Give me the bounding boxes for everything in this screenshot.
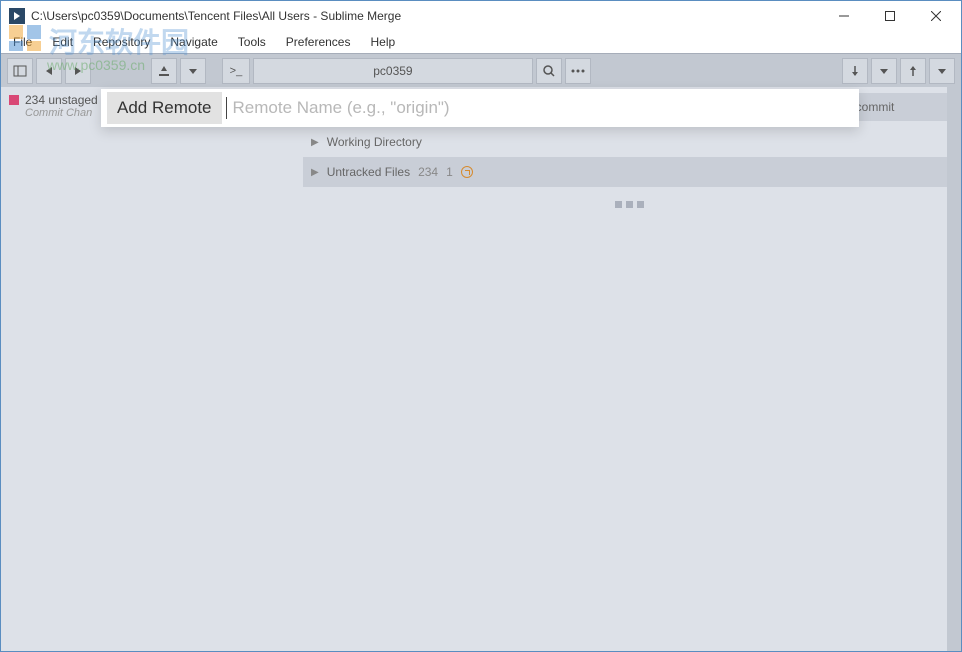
- working-directory-section[interactable]: ▶ Working Directory: [303, 127, 955, 157]
- text-cursor: [226, 97, 227, 119]
- palette-input[interactable]: [229, 98, 860, 118]
- untracked-files-label: Untracked Files: [327, 165, 410, 179]
- menu-help[interactable]: Help: [362, 33, 403, 51]
- push-button[interactable]: [900, 58, 926, 84]
- app-icon: [9, 8, 25, 24]
- unstaged-count: 234 unstaged: [25, 93, 98, 107]
- window-title: C:\Users\pc0359\Documents\Tencent Files\…: [31, 9, 821, 23]
- window-scrollbar[interactable]: [947, 87, 961, 651]
- search-button[interactable]: [536, 58, 562, 84]
- menu-file[interactable]: File: [5, 33, 40, 51]
- window-controls: [821, 1, 959, 31]
- chevron-right-icon: ▶: [311, 137, 319, 148]
- palette-command-badge: Add Remote: [107, 92, 222, 124]
- menubar: File Edit Repository Navigate Tools Pref…: [1, 31, 961, 53]
- menu-edit[interactable]: Edit: [44, 33, 81, 51]
- main-panel: Click here to set user details Nothing t…: [297, 87, 961, 651]
- chevron-right-icon: ▶: [311, 167, 319, 178]
- minimize-button[interactable]: [821, 1, 867, 31]
- push-dropdown[interactable]: [929, 58, 955, 84]
- clock-icon: [461, 166, 473, 178]
- locations-button[interactable]: [7, 58, 33, 84]
- maximize-button[interactable]: [867, 1, 913, 31]
- untracked-files-section[interactable]: ▶ Untracked Files 234 1: [303, 157, 955, 187]
- more-button[interactable]: [565, 58, 591, 84]
- commit-sidebar: 234 unstaged Commit Chan: [1, 87, 297, 651]
- working-directory-label: Working Directory: [327, 135, 422, 149]
- untracked-count: 234: [418, 165, 438, 179]
- branch-selector[interactable]: pc0359: [253, 58, 533, 84]
- pull-button[interactable]: [842, 58, 868, 84]
- pull-dropdown[interactable]: [871, 58, 897, 84]
- menu-repository[interactable]: Repository: [85, 33, 158, 51]
- command-prompt-button[interactable]: >_: [222, 58, 250, 84]
- toolbar: >_ pc0359: [1, 53, 961, 87]
- menu-tools[interactable]: Tools: [230, 33, 274, 51]
- stash-dropdown[interactable]: [180, 58, 206, 84]
- loading-dots: [303, 187, 955, 222]
- titlebar: C:\Users\pc0359\Documents\Tencent Files\…: [1, 1, 961, 31]
- command-palette: Add Remote: [101, 89, 859, 127]
- menu-preferences[interactable]: Preferences: [278, 33, 359, 51]
- content-area: 234 unstaged Commit Chan Click here to s…: [1, 87, 961, 651]
- back-button[interactable]: [36, 58, 62, 84]
- untracked-pending: 1: [446, 165, 453, 179]
- stash-button[interactable]: [151, 58, 177, 84]
- close-button[interactable]: [913, 1, 959, 31]
- commit-marker-icon: [9, 95, 19, 105]
- forward-button[interactable]: [65, 58, 91, 84]
- menu-navigate[interactable]: Navigate: [162, 33, 225, 51]
